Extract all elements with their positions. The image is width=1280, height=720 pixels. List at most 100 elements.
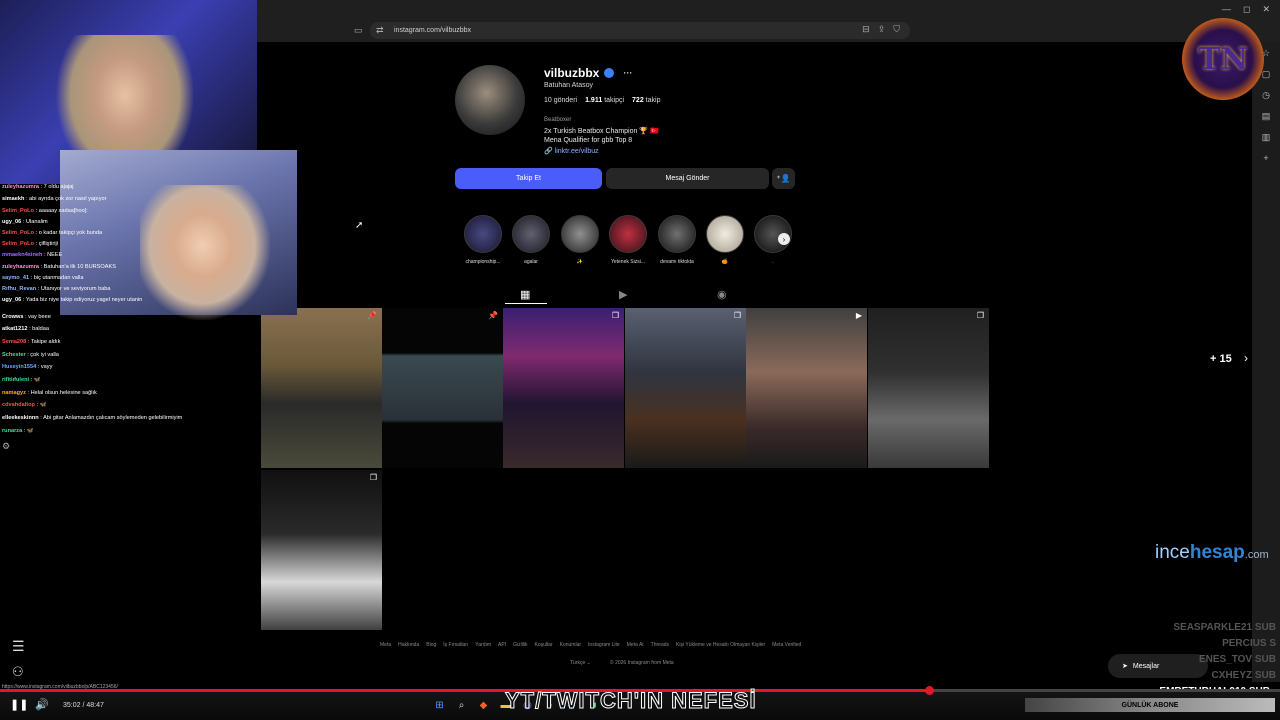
windows-start-icon[interactable]: ⊞	[433, 699, 446, 712]
install-icon[interactable]: ⊟	[862, 24, 870, 35]
close-icon[interactable]: ✕	[1262, 4, 1270, 15]
footer-link[interactable]: Meta Verified	[772, 642, 801, 648]
profile-avatar[interactable]	[455, 65, 525, 135]
highlights-next-icon[interactable]: ›	[778, 233, 790, 245]
post-thumbnail[interactable]: 📌	[382, 308, 503, 468]
highlight-item[interactable]: ✨	[560, 215, 600, 265]
footer-link[interactable]: Konumlar	[560, 642, 581, 648]
verified-badge-icon	[604, 68, 615, 78]
sidebar-wallet-icon[interactable]: ▤	[1262, 111, 1271, 122]
pinned-icon: 📌	[488, 311, 498, 320]
carousel-icon: ❐	[976, 311, 984, 320]
chat-message: ugy_06 : Yada biz niye takip ediyoruz ya…	[2, 297, 143, 303]
site-info-icon[interactable]: ⇄	[376, 25, 384, 36]
sidebar-history-icon[interactable]: ◷	[1262, 90, 1270, 101]
profile-full-name: Batuhan Atasoy	[544, 82, 594, 89]
tab-tagged-icon[interactable]: ◉	[717, 288, 727, 301]
following-link[interactable]: 722 takip	[632, 97, 660, 104]
chat-message: Selim_PoLo : çifliştiriji	[2, 241, 58, 247]
shield-icon[interactable]: ⛉	[893, 24, 900, 35]
highlight-cover	[512, 215, 550, 253]
post-thumbnail[interactable]: ▶	[746, 308, 867, 468]
bookmark-icon[interactable]: ▭	[354, 25, 363, 36]
footer-link[interactable]: API	[498, 642, 506, 648]
volume-icon[interactable]: 🔊	[35, 698, 49, 711]
recent-sub: CXHEYZ SUB	[1211, 670, 1276, 681]
footer-link[interactable]: Blog	[426, 642, 436, 648]
copyright: © 2026 Instagram from Meta	[610, 660, 674, 666]
footer-link[interactable]: Instagram Lite	[588, 642, 620, 648]
chat-message: Crowws : vay beee	[2, 314, 51, 320]
highlight-cover	[609, 215, 647, 253]
meta-apps-icon[interactable]: ⚇	[12, 664, 24, 680]
maximize-icon[interactable]: ◻	[1243, 4, 1250, 15]
recent-sub: PERCIUS S	[1222, 638, 1276, 649]
chat-message: zuleyhazumra : Batuhan'a ilk 10 BURSOAKS	[2, 264, 116, 270]
chat-message: Sema208 : Takipe aldık	[2, 339, 61, 345]
share-icon[interactable]: ⇪	[878, 24, 886, 35]
highlight-item[interactable]: Yetenek Sizsi...	[608, 215, 648, 265]
footer-link[interactable]: Yardım	[475, 642, 491, 648]
brave-icon[interactable]: ◆	[477, 699, 490, 712]
highlight-item[interactable]: devamı tiktokta	[657, 215, 697, 265]
recent-sub: SEASPARKLE21 SUB	[1173, 622, 1276, 633]
minimize-icon[interactable]: —	[1222, 4, 1231, 15]
post-thumbnail[interactable]: ❐	[868, 308, 989, 468]
sidebar-reading-icon[interactable]: ▥	[1262, 132, 1271, 143]
footer-link[interactable]: Kişi Yükleme ve Hesabı Olmayan Kişiler	[676, 642, 765, 648]
chat-settings-icon[interactable]: ⚙	[2, 441, 10, 452]
chat-message: Rıfhu_Revan : Utanıyor ve seviyorum baba	[2, 286, 111, 292]
chevron-right-icon[interactable]: ›	[1244, 351, 1248, 365]
menu-icon[interactable]: ☰	[12, 638, 25, 655]
chat-message: Selim_PoLo : aaaaay sadaa[hoo]:	[2, 208, 88, 214]
sidebar-add-icon[interactable]: +	[1263, 153, 1268, 163]
chat-message: ugy_06 : Ulanalim	[2, 219, 48, 225]
footer-link[interactable]: Meta	[380, 642, 391, 648]
language-select[interactable]: Türkçe ⌄	[570, 660, 591, 666]
pause-icon[interactable]: ❚❚	[10, 698, 28, 711]
send-icon: ➤	[1122, 663, 1128, 670]
highlight-label: devamı tiktokta	[660, 259, 694, 265]
footer-link[interactable]: Hakkında	[398, 642, 419, 648]
chat-message: cdvahdaltop : 🦋	[2, 402, 47, 408]
add-person-icon[interactable]: ⁺👤	[772, 168, 795, 189]
profile-bio-link[interactable]: 🔗 linktr.ee/vilbuz	[544, 147, 599, 155]
footer-link[interactable]: Koşullar	[535, 642, 553, 648]
post-thumbnail[interactable]: ❐	[261, 470, 382, 630]
followers-link[interactable]: 1.911 takipçi	[585, 97, 624, 104]
more-options-icon[interactable]: ···	[623, 68, 632, 78]
tab-posts-grid-icon[interactable]: ▦	[520, 288, 530, 301]
message-button[interactable]: Mesaj Gönder	[606, 168, 769, 189]
channel-logo: TN	[1182, 18, 1264, 100]
chat-message: rifitiıfuleni : 🦋	[2, 377, 41, 383]
progress-fill	[0, 689, 930, 692]
messages-label: Mesajlar	[1132, 662, 1160, 670]
footer-link[interactable]: Threads	[651, 642, 669, 648]
highlight-item[interactable]: 🍊	[705, 215, 745, 265]
footer-link[interactable]: Meta AI	[627, 642, 644, 648]
post-thumbnail[interactable]: 📌	[261, 308, 382, 468]
chat-message: saymo_41 : biç utanmadan valla	[2, 275, 84, 281]
search-icon[interactable]: ⌕	[455, 699, 468, 712]
profile-username: vilbuzbbx	[544, 66, 600, 80]
profile-category: Beatboxer	[544, 117, 572, 123]
post-thumbnail[interactable]: ❐	[625, 308, 746, 468]
highlight-item[interactable]: agalar	[511, 215, 551, 265]
follow-button[interactable]: Takip Et	[455, 168, 602, 189]
browser-sidebar: ☆ ▢ ◷ ▤ ▥ +	[1252, 42, 1280, 682]
recent-subs: SEASPARKLE21 SUB PERCIUS S ENES_TOV SUB …	[1173, 620, 1276, 684]
footer-link[interactable]: İş Fırsatları	[443, 642, 468, 648]
highlight-label: agalar	[524, 259, 538, 265]
active-tab-indicator	[505, 303, 547, 304]
footer-link[interactable]: Gizlilik	[513, 642, 527, 648]
chat-message: elleekeskinnn : Abi gitar Anlamazdın çal…	[2, 415, 183, 421]
carousel-icon: ❐	[733, 311, 741, 320]
sponsor-logo: incehesap.com	[1155, 542, 1269, 563]
address-text: instagram.com/vilbuzbbx	[394, 27, 472, 34]
address-bar[interactable]: ⇄ instagram.com/vilbuzbbx ⊟ ⇪ ⛉	[370, 22, 910, 39]
sidebar-chat-icon[interactable]: ▢	[1262, 69, 1271, 80]
post-thumbnail[interactable]: ❐	[503, 308, 624, 468]
tab-reels-icon[interactable]: ▶	[619, 288, 627, 301]
reel-icon: ▶	[855, 311, 862, 320]
highlight-item[interactable]: championship...	[463, 215, 503, 265]
